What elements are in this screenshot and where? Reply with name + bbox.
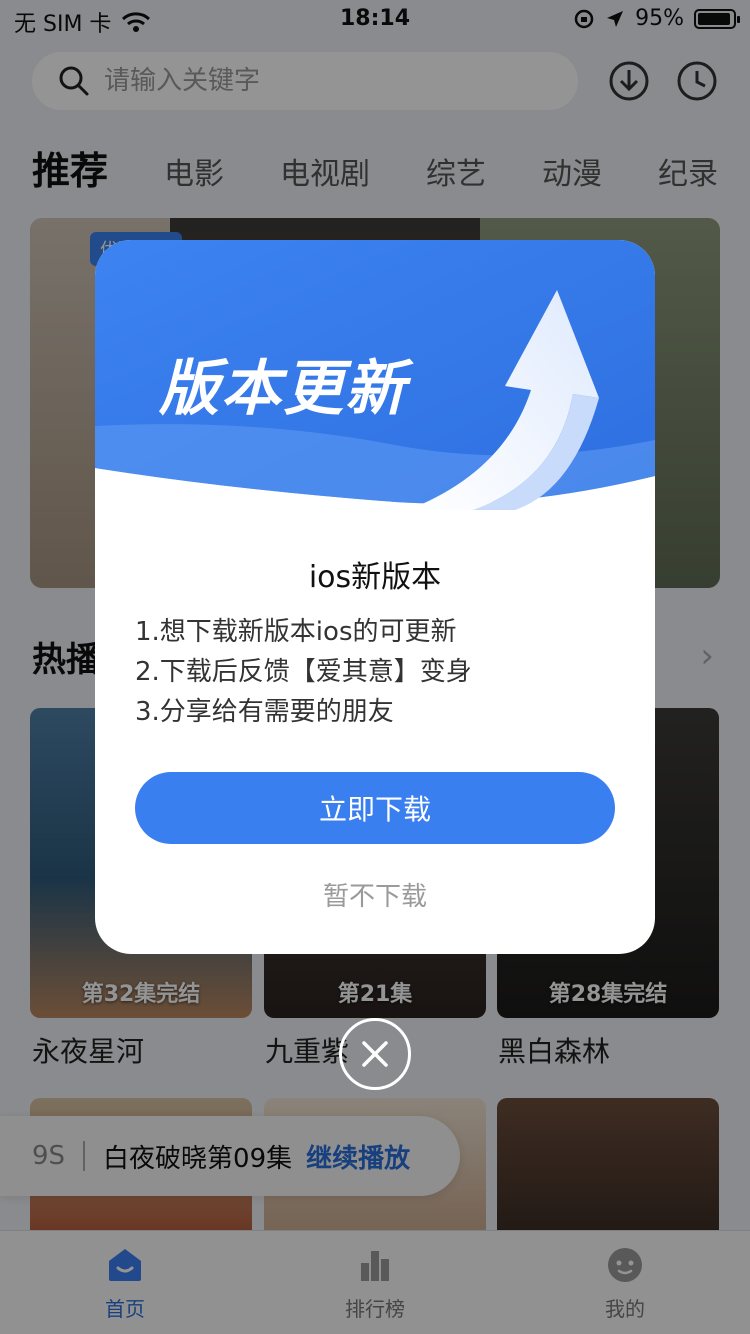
dialog-heading: 版本更新 xyxy=(159,354,407,424)
dialog-message: 1.想下载新版本ios的可更新 2.下载后反馈【爱其意】变身 3.分享给有需要的… xyxy=(135,612,615,732)
dialog-title: ios新版本 xyxy=(308,560,442,595)
close-icon xyxy=(362,1041,388,1067)
close-dialog-button[interactable] xyxy=(339,1018,411,1090)
update-dialog: 版本更新 ios新版本 1.想下载新版本ios的可更新 2.下载后反馈【爱其意】… xyxy=(95,240,655,954)
download-now-button[interactable]: 立即下载 xyxy=(135,772,615,844)
dialog-line: 2.下载后反馈【爱其意】变身 xyxy=(135,657,472,687)
dialog-line: 1.想下载新版本ios的可更新 xyxy=(135,617,457,647)
not-now-button[interactable]: 暂不下载 xyxy=(95,876,655,913)
dialog-line: 3.分享给有需要的朋友 xyxy=(135,697,394,727)
